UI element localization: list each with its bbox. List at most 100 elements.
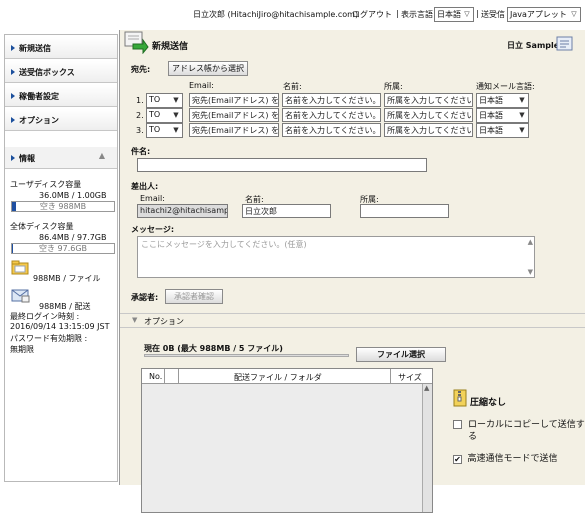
recipient-org-input[interactable]: 所属を入力してください。 xyxy=(384,123,473,137)
approver-label: 承認者: xyxy=(131,292,158,303)
file-table[interactable]: No. 配送ファイル / フォルダ サイズ ▲ xyxy=(141,368,433,513)
recipient-name-input[interactable]: 名前を入力してください。 xyxy=(282,93,381,107)
total-disk-label: 全体ディスク容量 xyxy=(10,221,73,232)
sidebar-item-send-receive-box[interactable]: 送受信ボックス xyxy=(5,61,117,83)
divider xyxy=(120,327,585,328)
chevron-down-icon: ▼ xyxy=(517,110,527,121)
subject-input[interactable] xyxy=(137,158,427,172)
chevron-down-icon: ▼ xyxy=(171,95,181,106)
sidebar-item-label: 送受信ボックス xyxy=(19,68,75,77)
recipient-type-select[interactable]: TO ▼ xyxy=(146,93,183,108)
recipient-name-input[interactable]: 名前を入力してください。 xyxy=(282,123,381,137)
user-disk-bar: 空き 988MB xyxy=(11,201,115,212)
password-expiry-value: 無期限 xyxy=(10,344,34,355)
file-select-button[interactable]: ファイル選択 xyxy=(356,347,446,362)
approver-confirm-button[interactable]: 承認者確認 xyxy=(165,289,223,304)
org-column-label: 所属: xyxy=(384,81,403,92)
last-login-value: 2016/09/14 13:15:09 JST xyxy=(10,322,109,331)
notify-language-select[interactable]: 日本語 ▼ xyxy=(476,123,529,138)
recipient-type-select[interactable]: TO ▼ xyxy=(146,108,183,123)
recipient-type-value: TO xyxy=(149,110,160,119)
user-disk-value: 36.0MB / 1.00GB xyxy=(39,191,106,200)
info-heading: 情報 xyxy=(19,154,35,163)
brand-label: 日立 Sample xyxy=(507,40,559,51)
file-table-col-no: No. xyxy=(149,372,162,381)
sidebar: 新規送信 送受信ボックス 稼働者設定 オプション 情報 ▲ ユーザディスク容量 … xyxy=(4,34,118,482)
notify-language-value: 日本語 xyxy=(479,126,503,135)
collapse-up-icon[interactable]: ▲ xyxy=(99,151,105,160)
user-identity: 日立次郎 (HitachiJiro@hitachisample.com) xyxy=(193,9,358,20)
notify-language-value: 日本語 xyxy=(479,111,503,120)
triangle-right-icon xyxy=(11,45,15,51)
triangle-right-icon xyxy=(11,93,15,99)
notify-language-select[interactable]: 日本語 ▼ xyxy=(476,93,529,108)
chevron-down-icon: ▼ xyxy=(517,95,527,106)
sender-label: 差出人: xyxy=(131,181,158,192)
notify-language-select[interactable]: 日本語 ▼ xyxy=(476,108,529,123)
recipient-email-input[interactable]: 宛先(Emailアドレス) を入力 xyxy=(189,123,279,137)
sidebar-item-label: オプション xyxy=(19,116,59,125)
options-toggle[interactable]: ▼ オプション xyxy=(120,314,585,327)
folder-icon xyxy=(11,259,31,277)
compress-setting[interactable]: 圧縮なし xyxy=(470,395,506,408)
main-panel: 新規送信 日立 Sample 宛先: アドレス帳から選択 Email: 名前: … xyxy=(119,30,585,485)
logout-link[interactable]: ログアウト xyxy=(352,9,392,20)
file-table-scrollbar[interactable]: ▲ xyxy=(422,384,432,512)
send-method-label: 送受信 xyxy=(481,9,505,20)
scroll-down-icon[interactable]: ▼ xyxy=(528,268,533,276)
top-bar: 日立次郎 (HitachiJiro@hitachisample.com) ログア… xyxy=(0,0,585,30)
message-label: メッセージ: xyxy=(131,224,174,235)
message-textarea[interactable]: ここにメッセージを入力してください。(任意) ▲ ▼ xyxy=(137,236,535,278)
sidebar-item-label: 新規送信 xyxy=(19,44,51,53)
column-divider xyxy=(390,369,391,384)
high-speed-checkbox[interactable]: ✔ xyxy=(453,455,462,464)
sidebar-item-settings[interactable]: 稼働者設定 xyxy=(5,85,117,107)
notify-language-value: 日本語 xyxy=(479,96,503,105)
scroll-up-icon[interactable]: ▲ xyxy=(424,384,429,392)
options-label: オプション xyxy=(144,316,184,327)
recipient-name-input[interactable]: 名前を入力してください。 xyxy=(282,108,381,122)
sidebar-item-options[interactable]: オプション xyxy=(5,109,117,131)
address-card-icon[interactable] xyxy=(556,36,574,52)
recipient-type-value: TO xyxy=(149,95,160,104)
message-placeholder: ここにメッセージを入力してください。(任意) xyxy=(141,240,307,249)
recipient-email-input[interactable]: 宛先(Emailアドレス) を入力 xyxy=(189,108,279,122)
local-copy-checkbox[interactable] xyxy=(453,420,462,429)
chevron-down-icon: ▽ xyxy=(569,9,579,20)
file-table-col-file: 配送ファイル / フォルダ xyxy=(234,372,322,383)
recipient-type-select[interactable]: TO▼ xyxy=(146,123,183,138)
page-title: 新規送信 xyxy=(152,39,188,52)
sidebar-item-label: 稼働者設定 xyxy=(19,92,59,101)
name-column-label: 名前: xyxy=(283,81,302,92)
send-method-select[interactable]: Javaアプレット ▽ xyxy=(507,7,581,22)
column-divider xyxy=(164,369,165,384)
recipient-org-input[interactable]: 所属を入力してください。 xyxy=(384,93,473,107)
separator: | xyxy=(476,9,479,18)
file-table-header: No. 配送ファイル / フォルダ サイズ xyxy=(142,369,432,384)
triangle-right-icon xyxy=(11,117,15,123)
sender-email-field: hitachi2@hitachisample.com xyxy=(137,204,228,218)
high-speed-option[interactable]: ✔ 高速通信モードで送信 xyxy=(453,451,585,464)
zip-file-icon xyxy=(453,389,467,407)
scroll-up-icon[interactable]: ▲ xyxy=(528,238,533,246)
sender-name-input[interactable]: 日立次郎 xyxy=(242,204,331,218)
triangle-right-icon xyxy=(11,69,15,75)
sidebar-item-new-send[interactable]: 新規送信 xyxy=(5,37,117,59)
sender-org-input[interactable] xyxy=(360,204,449,218)
chevron-down-icon: ▼ xyxy=(171,110,181,121)
local-copy-option[interactable]: ローカルにコピーして送信する xyxy=(453,420,585,430)
addressbook-button[interactable]: アドレス帳から選択 xyxy=(168,61,248,76)
separator: | xyxy=(396,9,399,18)
file-status: 現在 0B (最大 988MB / 5 ファイル) xyxy=(144,343,283,354)
column-divider xyxy=(178,369,179,384)
display-language-select[interactable]: 日本語 ▽ xyxy=(434,7,474,22)
recipient-org-input[interactable]: 所属を入力してください。 xyxy=(384,108,473,122)
notify-language-column-label: 通知メール言語: xyxy=(476,81,535,92)
row-number: 3. xyxy=(136,126,144,135)
recipient-email-input[interactable]: 宛先(Emailアドレス) を入力 xyxy=(189,93,279,107)
info-panel-header[interactable]: 情報 ▲ xyxy=(5,147,117,169)
triangle-right-icon xyxy=(11,155,15,161)
last-login-label: 最終ログイン時刻 : xyxy=(10,311,79,322)
chevron-down-icon: ▼ xyxy=(517,125,527,136)
password-expiry-label: パスワード有効期限 : xyxy=(10,333,87,344)
